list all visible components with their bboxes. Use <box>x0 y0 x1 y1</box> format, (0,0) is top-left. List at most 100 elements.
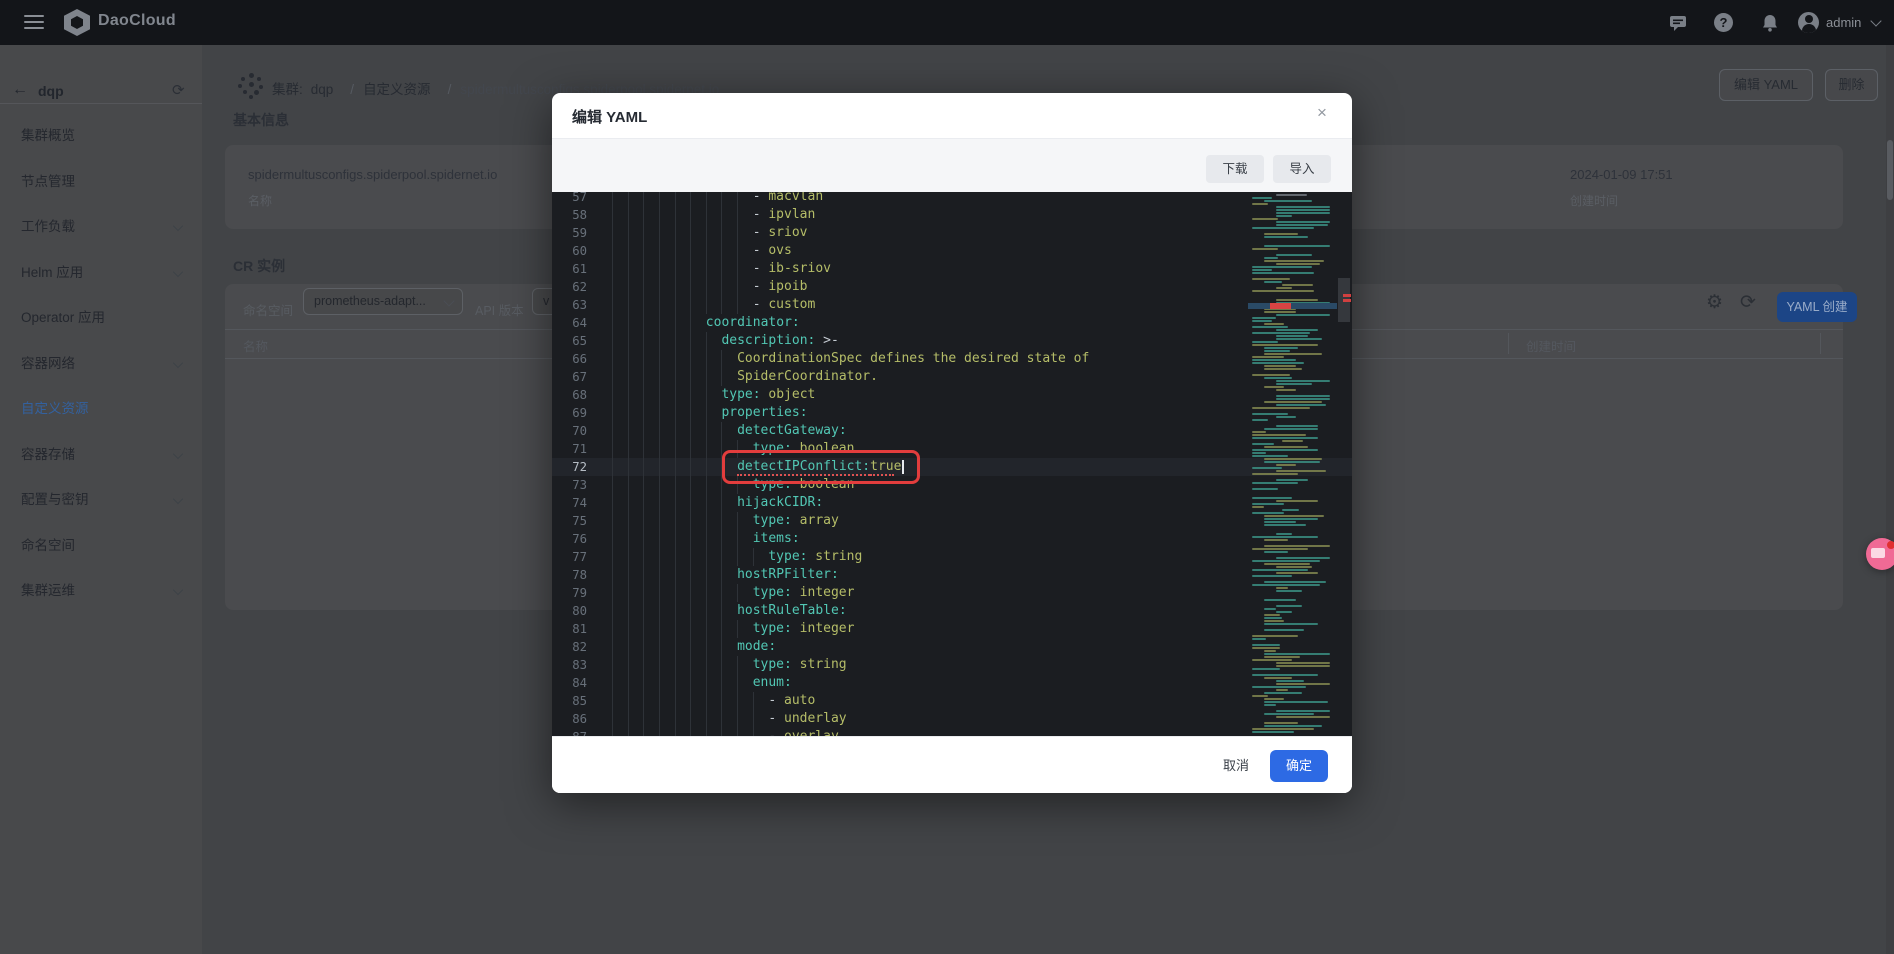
hamburger-menu-icon[interactable] <box>24 15 44 30</box>
code-line-58: 58- ipvlan <box>552 206 1352 224</box>
code-line-68: 68type: object <box>552 386 1352 404</box>
notifications-bell-icon[interactable] <box>1760 13 1780 33</box>
user-menu-chevron-down-icon[interactable] <box>1870 15 1881 26</box>
code-line-66: 66CoordinationSpec defines the desired s… <box>552 350 1352 368</box>
sidebar-item-3[interactable]: Helm 应用 <box>0 250 202 296</box>
sidebar-menu: 集群概览节点管理工作负载Helm 应用Operator 应用容器网络自定义资源容… <box>0 113 202 614</box>
code-line-72: 72detectIPConflict:true <box>552 458 1352 476</box>
sidebar-item-1[interactable]: 节点管理 <box>0 159 202 205</box>
help-icon[interactable]: ? <box>1714 13 1733 32</box>
sidebar-refresh-icon[interactable]: ⟳ <box>172 81 185 99</box>
code-line-82: 82mode: <box>552 638 1352 656</box>
settings-gear-icon[interactable]: ⚙ <box>1706 293 1723 312</box>
column-header-name: 名称 <box>243 336 268 355</box>
breadcrumb-segment[interactable]: 集群: <box>272 82 303 97</box>
column-divider <box>1820 333 1821 354</box>
ok-button[interactable]: 确定 <box>1270 750 1328 782</box>
page-scrollbar-thumb[interactable] <box>1887 140 1893 200</box>
floating-helper-widget[interactable] <box>1866 538 1894 570</box>
username[interactable]: admin <box>1826 15 1861 30</box>
sidebar-item-6[interactable]: 自定义资源 <box>0 386 202 432</box>
chevron-down-icon <box>173 266 183 276</box>
sidebar-item-8[interactable]: 配置与密钥 <box>0 477 202 523</box>
code-line-80: 80hostRuleTable: <box>552 602 1352 620</box>
resource-name-value: spidermultusconfigs.spiderpool.spidernet… <box>248 167 497 182</box>
code-line-86: 86- underlay <box>552 710 1352 728</box>
overview-ruler-error-mark <box>1343 299 1351 302</box>
sidebar-item-0[interactable]: 集群概览 <box>0 113 202 159</box>
api-version-label: API 版本 <box>475 300 524 319</box>
chevron-down-icon <box>173 585 183 595</box>
sidebar-header: ← dqp ⟳ <box>0 45 202 104</box>
sidebar-item-10[interactable]: 集群运维 <box>0 568 202 614</box>
cluster-sidebar: ← dqp ⟳ 集群概览节点管理工作负载Helm 应用Operator 应用容器… <box>0 45 202 954</box>
code-line-77: 77type: string <box>552 548 1352 566</box>
code-line-61: 61- ib-sriov <box>552 260 1352 278</box>
code-line-62: 62- ipoib <box>552 278 1352 296</box>
code-line-65: 65description: >- <box>552 332 1352 350</box>
sidebar-item-9[interactable]: 命名空间 <box>0 523 202 569</box>
chevron-down-icon <box>443 295 454 306</box>
back-arrow-icon[interactable]: ← <box>12 81 28 99</box>
namespace-label: 命名空间 <box>243 300 293 319</box>
created-time-label: 创建时间 <box>1570 192 1618 209</box>
code-line-83: 83type: string <box>552 656 1352 674</box>
code-line-60: 60- ovs <box>552 242 1352 260</box>
editor-minimap[interactable] <box>1248 192 1337 736</box>
download-button[interactable]: 下载 <box>1206 155 1264 183</box>
basic-info-title: 基本信息 <box>233 110 289 130</box>
minimap-current-line-band <box>1248 303 1337 309</box>
modal-title: 编辑 YAML <box>572 106 647 127</box>
column-divider <box>1508 333 1509 354</box>
created-time-value: 2024-01-09 17:51 <box>1570 167 1673 182</box>
cancel-button[interactable]: 取消 <box>1216 753 1256 779</box>
import-button[interactable]: 导入 <box>1273 155 1331 183</box>
modal-close-icon[interactable]: × <box>1310 101 1334 125</box>
modal-toolbar: 下载 导入 <box>552 138 1352 193</box>
code-line-81: 81type: integer <box>552 620 1352 638</box>
edit-yaml-modal: 编辑 YAML × 下载 导入 57- macvlan58- ipvlan59-… <box>552 93 1352 793</box>
code-line-70: 70detectGateway: <box>552 422 1352 440</box>
top-navbar: DaoCloud ? admin <box>0 0 1894 45</box>
code-line-79: 79type: integer <box>552 584 1352 602</box>
code-line-85: 85- auto <box>552 692 1352 710</box>
cr-instances-title: CR 实例 <box>233 256 285 276</box>
code-line-74: 74hijackCIDR: <box>552 494 1352 512</box>
delete-button[interactable]: 删除 <box>1825 69 1878 101</box>
yaml-create-button[interactable]: YAML 创建 <box>1777 292 1857 322</box>
code-line-78: 78hostRPFilter: <box>552 566 1352 584</box>
chevron-down-icon <box>173 221 183 231</box>
code-line-63: 63- custom <box>552 296 1352 314</box>
modal-footer: 取消 确定 <box>552 736 1352 793</box>
minimap-error-marker <box>1270 303 1291 309</box>
user-avatar[interactable] <box>1798 12 1819 33</box>
code-line-76: 76items: <box>552 530 1352 548</box>
chevron-down-icon <box>173 448 183 458</box>
chevron-down-icon <box>173 357 183 367</box>
refresh-icon[interactable]: ⟳ <box>1740 293 1756 312</box>
code-line-69: 69properties: <box>552 404 1352 422</box>
breadcrumb-segment: / <box>350 82 354 97</box>
yaml-code-editor[interactable]: 57- macvlan58- ipvlan59- sriov60- ovs61-… <box>552 192 1352 736</box>
code-line-64: 64coordinator: <box>552 314 1352 332</box>
code-line-59: 59- sriov <box>552 224 1352 242</box>
breadcrumb-segment[interactable]: dqp <box>311 82 334 97</box>
sidebar-item-4[interactable]: Operator 应用 <box>0 295 202 341</box>
overview-ruler-error-mark <box>1343 294 1351 297</box>
sidebar-item-7[interactable]: 容器存储 <box>0 432 202 478</box>
edit-yaml-button[interactable]: 编辑 YAML <box>1719 69 1813 101</box>
message-icon[interactable] <box>1668 13 1688 33</box>
resource-name-label: 名称 <box>248 192 272 209</box>
daocloud-logo-icon <box>64 9 90 36</box>
sidebar-cluster-name: dqp <box>38 83 64 99</box>
crd-dots-icon <box>238 73 264 99</box>
code-line-87: 87- overlay <box>552 728 1352 736</box>
code-line-71: 71type: boolean <box>552 440 1352 458</box>
namespace-select[interactable]: prometheus-adapt... <box>303 288 463 315</box>
sidebar-item-5[interactable]: 容器网络 <box>0 341 202 387</box>
sidebar-item-2[interactable]: 工作负载 <box>0 204 202 250</box>
code-line-75: 75type: array <box>552 512 1352 530</box>
screen: DaoCloud ? admin ← dqp ⟳ 集群概览节点管理工作负载Hel… <box>0 0 1894 954</box>
breadcrumb-segment[interactable]: 自定义资源 <box>363 82 431 97</box>
code-line-84: 84enum: <box>552 674 1352 692</box>
